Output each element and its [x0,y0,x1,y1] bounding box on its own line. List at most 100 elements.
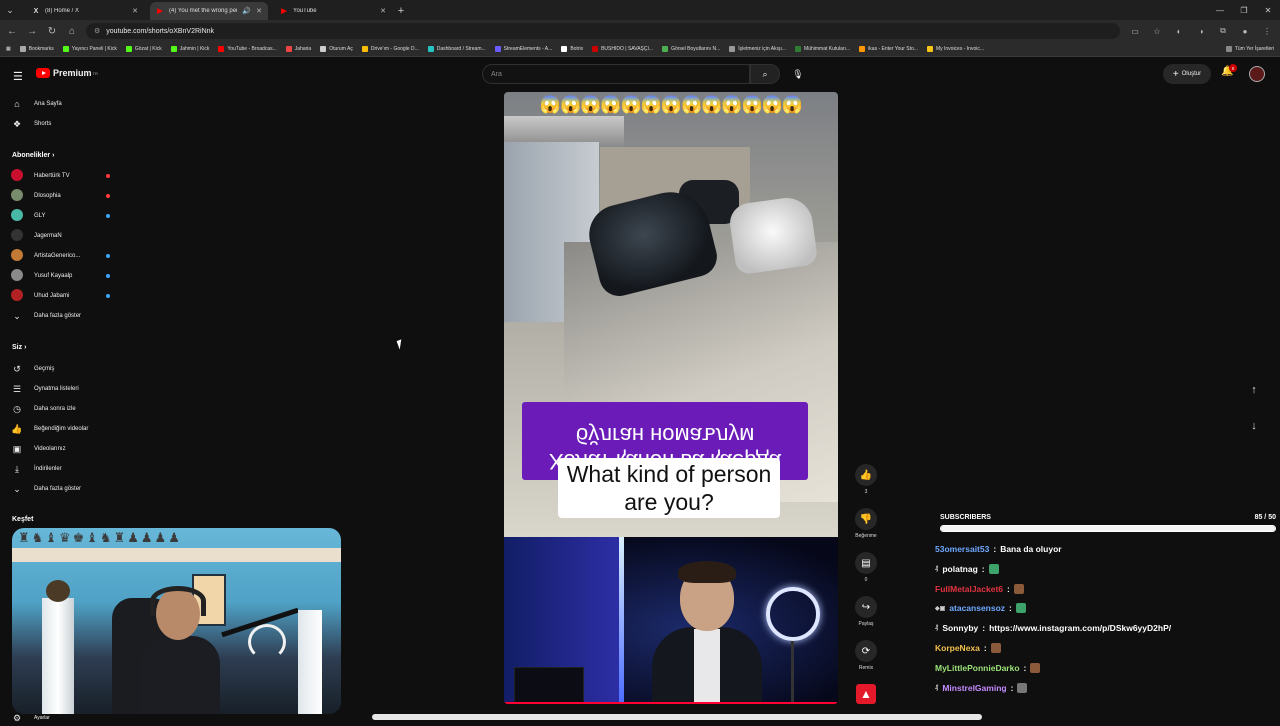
close-icon[interactable]: ✕ [256,7,262,15]
bookmark-item[interactable]: Jaharia [285,46,311,52]
bookmark-item[interactable]: BUSHIDO | SAVAŞÇI... [592,46,653,52]
bookmark-item[interactable]: Drive'ım - Google D... [361,46,419,52]
profile-icon[interactable]: ● [1238,27,1252,36]
sidebar-item-you[interactable]: ☰ Oynatma listeleri [10,381,110,397]
horizontal-scrollbar[interactable] [372,714,982,720]
site-info-icon[interactable]: ⚙ [94,27,100,35]
create-button[interactable]: + Oluştur [1163,64,1211,84]
bookmark-item[interactable]: Botrix [561,46,583,52]
sidebar-item-subscription[interactable]: GLY [10,208,110,224]
maximize-icon[interactable]: ❐ [1232,0,1256,20]
account-avatar[interactable] [1249,66,1265,82]
sidebar-item-you[interactable]: ⤓ İndirilenler [10,461,110,477]
country-code: TR [92,70,98,76]
channel-avatar [10,209,24,223]
sidebar-show-more-2[interactable]: ⌄ Daha fazla göster [10,481,110,497]
chat-separator: : [1023,662,1027,673]
tab-search-icon[interactable]: ⌄ [0,0,20,20]
minimize-icon[interactable]: — [1208,0,1232,20]
extension-icon[interactable]: ◐ [1172,27,1186,36]
sidebar-item-subscription[interactable]: ArtistaGenerico... [10,248,110,264]
comment-button[interactable]: ▤ [855,552,877,574]
channel-avatar[interactable]: ▲ [856,684,876,704]
sidebar-item-subscription[interactable]: JagermaN [10,228,110,244]
bookmark-item[interactable]: İşletmeniz için Akışı... [729,46,786,52]
speaker-icon[interactable]: 🔊 [242,7,251,15]
dislike-button[interactable]: 👎 [855,508,877,530]
previous-short-button[interactable]: ↑ [1244,380,1264,400]
you-header[interactable]: Siz › [12,344,26,351]
all-bookmarks[interactable]: Tüm Yer İşaretleri [1225,46,1274,52]
sidebar-item-subscription[interactable]: Dlosophia [10,188,110,204]
forward-icon[interactable]: → [26,26,38,37]
sidebar-item-you[interactable]: ↺ Geçmiş [10,361,110,377]
sidebar-show-more[interactable]: ⌄ Daha fazla göster [10,308,110,324]
bookmark-item[interactable]: My Invoices - Invoic... [926,46,984,52]
bookmark-item[interactable]: Dashboard / Stream... [427,46,486,52]
sidebar-item-subscription[interactable]: Yusuf Kayaalp [10,268,110,284]
bookmark-item[interactable]: Bookmarks [19,46,54,52]
reload-icon[interactable]: ↻ [46,26,58,37]
progress-bar[interactable] [504,702,838,704]
share-button[interactable]: ↪ [855,596,877,618]
bookmark-item[interactable]: YouTube - Broadcas... [218,46,277,52]
sidebar-item-subscription[interactable]: Habertürk TV [10,168,110,184]
statue-shape [46,580,70,602]
bookmark-item[interactable]: StreamElements - A... [494,46,552,52]
notification-count-badge: 9 [1229,64,1237,72]
emoji-row: 😱😱😱😱😱😱😱😱😱😱😱😱😱 [539,95,803,114]
voice-search-button[interactable]: 🎙 [788,64,808,84]
streamer-figure [140,586,220,714]
back-icon[interactable]: ← [6,26,18,37]
star-icon[interactable]: ☆ [1150,27,1164,36]
creator-camera-footage [504,537,838,704]
sidebar-item-home[interactable]: ⌂ Ana Sayfa [10,96,110,112]
sound-extension-icon[interactable]: ◑ [1194,27,1208,36]
browser-tab-x[interactable]: X (8) Home / X ✕ [26,2,144,20]
bookmark-item[interactable]: Görsel Boyutlarını N... [662,46,720,52]
thumb-up-icon: 👍 [11,423,23,434]
bookmark-item[interactable]: Mühimmat Kutuları... [795,46,850,52]
remix-button[interactable]: ⟳ [855,640,877,662]
amplifier-shape [514,667,584,703]
puzzle-icon[interactable]: ⧉ [1216,26,1230,36]
browser-tab-youtube[interactable]: ▶ YouTube ✕ [274,2,392,20]
apps-icon[interactable]: ▦ [6,46,11,52]
search-input[interactable]: Ara [482,64,750,84]
playlist-icon: ☰ [12,383,22,394]
live-indicator [106,294,110,298]
bookmark-item[interactable]: Gözat | Kick [125,46,162,52]
subscriptions-header[interactable]: Abonelikler › [12,152,54,159]
close-icon[interactable]: ✕ [380,7,386,15]
search-button[interactable]: ⌕ [750,64,780,84]
sidebar-item-you[interactable]: ▣ Videolarınız [10,441,110,457]
sidebar-item-shorts[interactable]: ❖ Shorts [10,116,110,132]
home-icon[interactable]: ⌂ [66,26,78,37]
chat-text: Bana da oluyor [1000,544,1062,554]
bookmark-item[interactable]: Yayıncı Paneli | Kick [62,46,117,52]
sidebar-item-label: Geçmiş [34,366,55,372]
bookmark-item[interactable]: Jahmin | Kick [170,46,209,52]
close-window-icon[interactable]: ✕ [1256,0,1280,20]
subscriber-goal-count: 85 / 50 [1254,514,1276,521]
bookmark-item[interactable]: ikas - Enter Your Sto... [859,46,918,52]
subscriber-goal: SUBSCRIBERS 85 / 50 [940,514,1276,521]
browser-tab-youtube-short[interactable]: ▶ (4) You met the wrong pers 🔊 ✕ [150,2,268,20]
close-icon[interactable]: ✕ [132,7,138,15]
bookmark-item[interactable]: Oturum Aç [320,46,353,52]
menu-icon[interactable]: ☰ [13,70,23,83]
tab-title: (4) You met the wrong pers [169,8,238,14]
cast-icon[interactable]: ▭ [1128,27,1142,36]
address-bar[interactable]: ⚙ youtube.com/shorts/oXBnV2RiNnk [86,23,1120,39]
sidebar-item-you[interactable]: 👍 Beğendiğim videolar [10,421,110,437]
menu-dots-icon[interactable]: ⋮ [1260,27,1274,36]
sidebar-item-subscription[interactable]: Uhud Jabami [10,288,110,304]
new-tab-button[interactable]: + [392,2,410,20]
shirt-shape [694,629,720,704]
short-video-player[interactable]: 😱😱😱😱😱😱😱😱😱😱😱😱😱 Холат қанон ва қаерда бўлг… [504,92,838,704]
next-short-button[interactable]: ↓ [1244,416,1264,436]
sidebar-item-you[interactable]: ◷ Daha sonra izle [10,401,110,417]
channel-avatar [10,289,24,303]
youtube-premium-logo[interactable]: Premium TR [36,68,98,78]
like-button[interactable]: 👍 [855,464,877,486]
